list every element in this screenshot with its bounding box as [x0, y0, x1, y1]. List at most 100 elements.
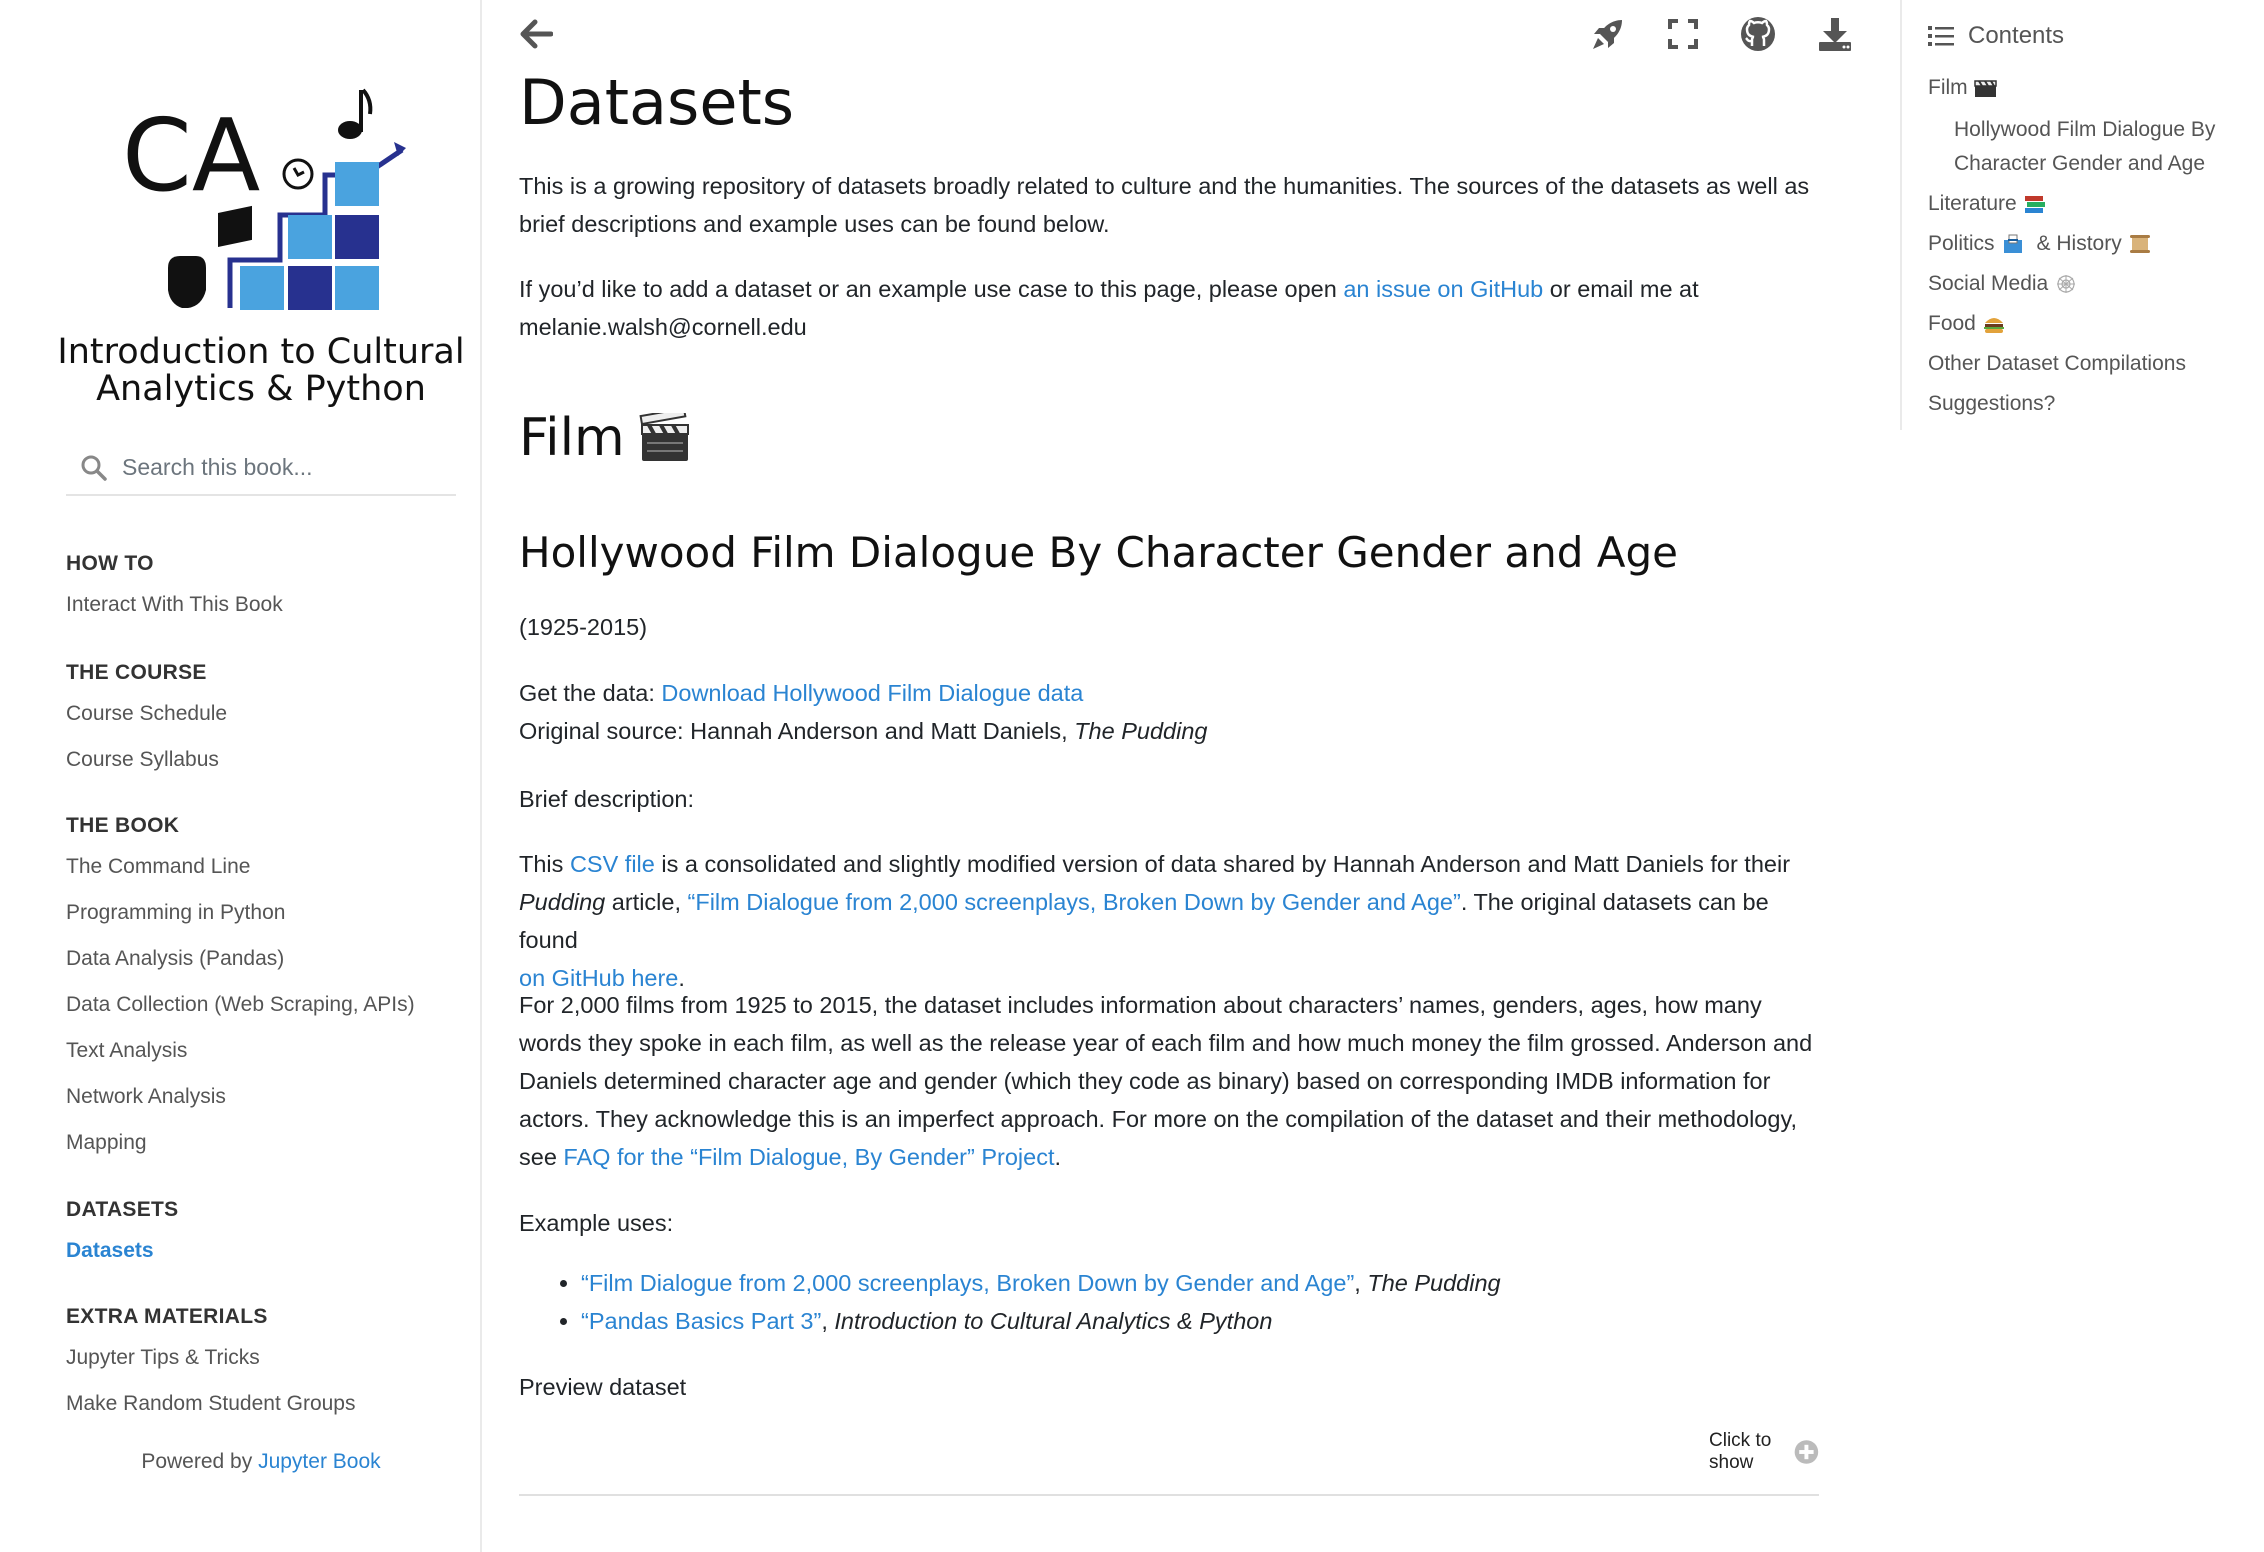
main-content: Datasets This is a growing repository of… — [519, 0, 1819, 1552]
toc-item-label-history: & History — [2036, 232, 2122, 255]
desc-text-this: This — [519, 851, 570, 877]
nav-item-course-schedule[interactable]: Course Schedule — [66, 702, 227, 726]
download-data-link[interactable]: Download Hollywood Film Dialogue data — [661, 680, 1083, 706]
nav-item-data-collection[interactable]: Data Collection (Web Scraping, APIs) — [66, 993, 415, 1017]
section-heading: Hollywood Film Dialogue By Character Gen… — [519, 528, 1678, 577]
list-item: “Film Dialogue from 2,000 screenplays, B… — [581, 1264, 1781, 1302]
nav-caption-the-book: THE BOOK — [66, 814, 180, 837]
plus-circle-icon[interactable] — [1794, 1433, 1819, 1471]
toc-subitem-line1: Hollywood Film Dialogue By — [1954, 118, 2216, 141]
nav-item-data-analysis[interactable]: Data Analysis (Pandas) — [66, 947, 284, 971]
faq-link[interactable]: FAQ for the “Film Dialogue, By Gender” P… — [563, 1144, 1054, 1170]
nav-caption-how-to: HOW TO — [66, 552, 154, 575]
example-link-pandas[interactable]: “Pandas Basics Part 3” — [581, 1308, 821, 1334]
course-logo[interactable]: CA — [110, 80, 410, 320]
toc-item-film[interactable]: Film — [1928, 76, 1998, 100]
nav-item-course-syllabus[interactable]: Course Syllabus — [66, 748, 219, 772]
toc-item-literature[interactable]: Literature — [1928, 192, 2047, 216]
example-uses-list: “Film Dialogue from 2,000 screenplays, B… — [581, 1264, 1781, 1340]
get-data-label: Get the data: — [519, 680, 662, 706]
pudding-article-link[interactable]: “Film Dialogue from 2,000 screenplays, B… — [688, 889, 1461, 915]
example-sep: , — [1354, 1270, 1368, 1296]
details-line-4: actors. They acknowledge this is an impe… — [519, 1106, 1797, 1132]
example-uses-label: Example uses: — [519, 1210, 674, 1236]
film-heading-text: Film — [519, 408, 625, 468]
intro-paragraph: This is a growing repository of datasets… — [519, 173, 1810, 237]
section-divider — [519, 1494, 1819, 1496]
nav-item-jupyter-tips[interactable]: Jupyter Tips & Tricks — [66, 1346, 260, 1370]
example-source: The Pudding — [1367, 1270, 1501, 1296]
book-title-line2: Analytics & Python — [96, 369, 426, 409]
book-title[interactable]: Introduction to Cultural Analytics & Pyt… — [0, 334, 522, 408]
toc-header-label: Contents — [1968, 22, 2065, 49]
toc-subitem-hollywood[interactable]: Hollywood Film Dialogue By Character Gen… — [1954, 113, 2254, 181]
search-placeholder: Search this book... — [122, 454, 313, 480]
nav-item-network-analysis[interactable]: Network Analysis — [66, 1085, 226, 1109]
toc-item-social-media[interactable]: Social Media — [1928, 272, 2078, 296]
toc-item-label: Food — [1928, 312, 1976, 335]
jupyter-book-link[interactable]: Jupyter Book — [258, 1450, 381, 1473]
details-line-3: Daniels determined character age and gen… — [519, 1068, 1771, 1094]
toc-header: Contents — [1928, 22, 2064, 50]
nav-item-interact[interactable]: Interact With This Book — [66, 593, 283, 617]
get-data-block: Get the data: Download Hollywood Film Di… — [519, 674, 1819, 750]
svg-text:CA: CA — [122, 97, 260, 214]
nav-item-text-analysis[interactable]: Text Analysis — [66, 1039, 187, 1063]
contact-email: melanie.walsh@cornell.edu — [519, 314, 807, 340]
scroll-icon — [2129, 235, 2150, 253]
search-input[interactable]: Search this book... — [66, 446, 456, 496]
toc-item-label: Literature — [1928, 192, 2017, 215]
nav-item-datasets[interactable]: Datasets — [66, 1239, 154, 1263]
toc-item-politics-history[interactable]: Politics & History — [1928, 232, 2152, 256]
books-icon — [2024, 196, 2045, 213]
toc-item-suggestions[interactable]: Suggestions? — [1928, 392, 2055, 416]
page-title: Datasets — [519, 66, 795, 139]
search-icon — [81, 455, 107, 481]
details-period: . — [1054, 1144, 1062, 1170]
toc-item-label: Social Media — [1928, 272, 2049, 295]
contribute-paragraph: If you’d like to add a dataset or an exa… — [519, 270, 1819, 346]
toc-item-label: Film — [1928, 76, 1968, 99]
clapperboard-icon — [1973, 80, 1997, 97]
toc-item-other-compilations[interactable]: Other Dataset Compilations — [1928, 352, 2186, 376]
csv-file-link[interactable]: CSV file — [570, 851, 655, 877]
web-icon — [2057, 275, 2076, 293]
book-title-line1: Introduction to Cultural — [57, 332, 465, 372]
description-paragraph: This CSV file is a consolidated and slig… — [519, 845, 1819, 997]
brief-description-label: Brief description: — [519, 786, 695, 812]
details-line-2: words they spoke in each film, as well a… — [519, 1030, 1813, 1056]
source-label: Original source: Hannah Anderson and Mat… — [519, 718, 1075, 744]
github-issue-link[interactable]: an issue on GitHub — [1343, 276, 1543, 302]
desc-article-text: article, — [605, 889, 688, 915]
list-icon — [1928, 26, 1954, 46]
ballot-box-icon — [2003, 234, 2022, 253]
contribute-text-a: If you’d like to add a dataset or an exa… — [519, 276, 1344, 302]
nav-item-command-line[interactable]: The Command Line — [66, 855, 250, 879]
sidebar: CA Introduction to Cultural Analytics & … — [0, 0, 482, 1552]
dataset-details-paragraph: For 2,000 films from 1925 to 2015, the d… — [519, 986, 1819, 1176]
nav-caption-datasets: DATASETS — [66, 1198, 179, 1221]
example-link-pudding[interactable]: “Film Dialogue from 2,000 screenplays, B… — [581, 1270, 1354, 1296]
toc-item-food[interactable]: Food — [1928, 312, 2006, 336]
nav-item-mapping[interactable]: Mapping — [66, 1131, 147, 1155]
desc-pudding: Pudding — [519, 889, 606, 915]
toc-subitem-line2: Character Gender and Age — [1954, 152, 2205, 175]
details-line-1: For 2,000 films from 1925 to 2015, the d… — [519, 992, 1762, 1018]
example-sep: , — [821, 1308, 835, 1334]
nav-item-programming-python[interactable]: Programming in Python — [66, 901, 285, 925]
nav-caption-the-course: THE COURSE — [66, 661, 207, 684]
list-item: “Pandas Basics Part 3”, Introduction to … — [581, 1302, 1781, 1340]
desc-text-a: is a consolidated and slightly modified … — [654, 851, 1791, 877]
toc-item-label: Politics — [1928, 232, 1995, 255]
powered-by: Powered by Jupyter Book — [0, 1450, 522, 1474]
source-publication: The Pudding — [1074, 718, 1208, 744]
details-see: see — [519, 1144, 564, 1170]
powered-by-label: Powered by — [141, 1450, 253, 1473]
download-icon[interactable] — [1815, 14, 1855, 54]
clapperboard-icon — [639, 413, 689, 461]
click-to-show-toggle[interactable]: Click to show — [1709, 1430, 1819, 1474]
contribute-text-b: or email me at — [1543, 276, 1699, 302]
nav-item-random-groups[interactable]: Make Random Student Groups — [66, 1392, 356, 1416]
click-to-show-label: Click to show — [1709, 1430, 1772, 1473]
nav-caption-extra-materials: EXTRA MATERIALS — [66, 1305, 268, 1328]
